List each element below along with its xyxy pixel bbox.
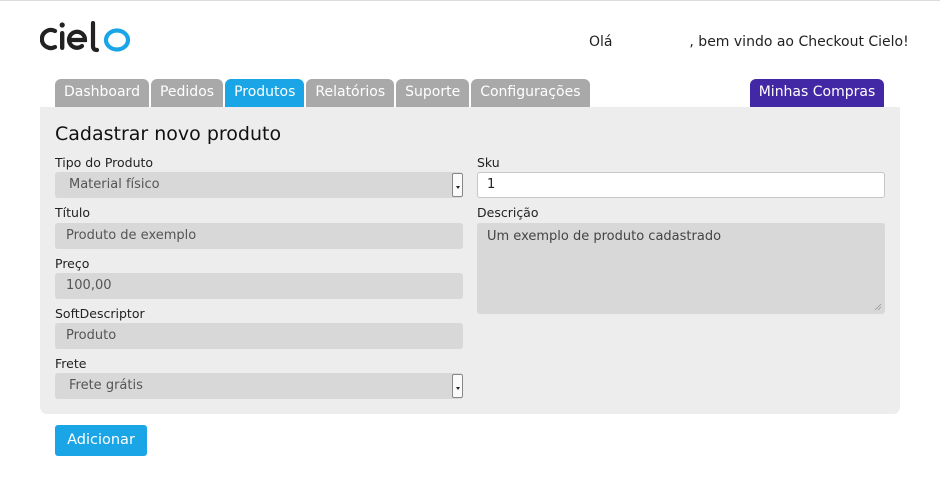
chevron-down-icon[interactable] (452, 374, 463, 398)
tab-minhas-compras[interactable]: Minhas Compras (750, 79, 884, 107)
sku-input[interactable]: 1 (477, 172, 885, 198)
description-textarea[interactable]: Um exemplo de produto cadastrado (477, 223, 885, 314)
soft-descriptor-label: SoftDescriptor (55, 306, 145, 321)
product-type-label: Tipo do Produto (55, 155, 154, 170)
product-type-select[interactable]: Material físico (55, 172, 463, 198)
sku-label: Sku (477, 155, 500, 170)
cielo-logo (40, 21, 131, 53)
title-field[interactable]: Produto de exemplo (55, 223, 463, 249)
product-type-value: Material físico (69, 177, 160, 192)
soft-descriptor-field[interactable]: Produto (55, 323, 463, 349)
tab-pedidos[interactable]: Pedidos (150, 79, 224, 107)
chevron-down-icon[interactable] (452, 173, 463, 197)
tab-configuracoes[interactable]: Configurações (471, 79, 590, 107)
price-label: Preço (55, 256, 90, 271)
description-value: Um exemplo de produto cadastrado (487, 229, 722, 244)
shipping-label: Frete (55, 356, 87, 371)
tab-dashboard[interactable]: Dashboard (55, 79, 149, 107)
add-button[interactable]: Adicionar (55, 425, 147, 456)
main-nav-tabs: Dashboard Pedidos Produtos Relatórios Su… (55, 79, 592, 107)
greeting-prefix: Olá (589, 34, 613, 50)
resize-grip-icon[interactable] (874, 303, 882, 311)
tab-produtos[interactable]: Produtos (225, 79, 305, 107)
shipping-value: Frete grátis (69, 378, 143, 393)
tab-suporte[interactable]: Suporte (396, 79, 470, 107)
tab-relatorios[interactable]: Relatórios (306, 79, 395, 107)
shipping-select[interactable]: Frete grátis (55, 373, 463, 399)
price-field[interactable]: 100,00 (55, 273, 463, 299)
greeting-suffix: , bem vindo ao Checkout Cielo! (689, 34, 909, 50)
page-title: Cadastrar novo produto (55, 123, 282, 145)
title-label: Título (55, 205, 91, 220)
description-label: Descrição (477, 205, 539, 220)
welcome-message: Olá , bem vindo ao Checkout Cielo! (589, 34, 909, 50)
